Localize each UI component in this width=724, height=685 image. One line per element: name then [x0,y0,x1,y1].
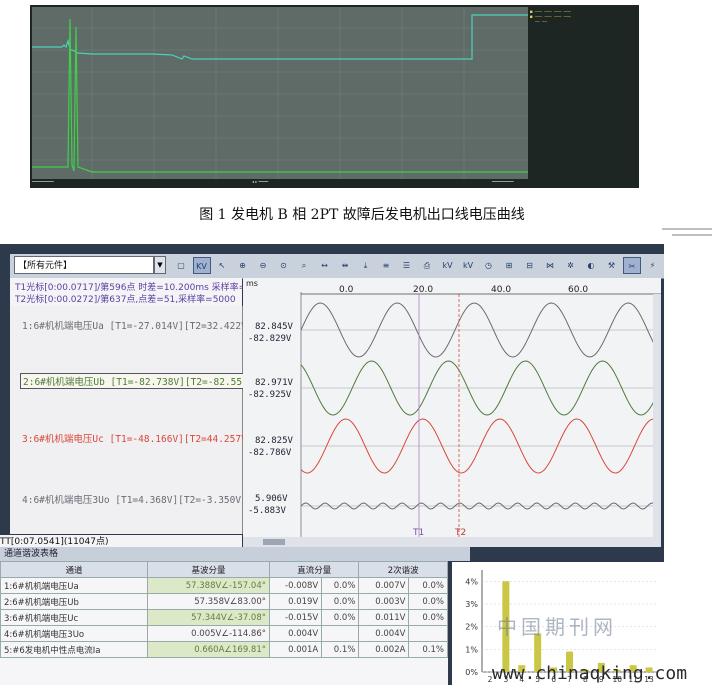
table-cell-fund: 0.005V∠-114.86° [147,625,270,642]
channel-label-3uo[interactable]: 4:6#机机端电压3Uo [T1=4.368V][T2=-3.350V] [22,492,247,506]
table-cell-name: 2:6#机机端电压Ub [0,593,148,610]
chart-y-tick: 1% [465,645,478,654]
table-row[interactable]: 5:#6发电机中性点电流Ia 0.660A∠169.81° 0.001A 0.1% 0.… [0,641,448,658]
cursor-info: T1光标[0:00.0717]/第596点 时差=10.200ms 采样率= T… [10,278,246,306]
zoom-in-icon[interactable]: ⊕ [234,257,252,274]
page-ornament [662,228,712,236]
table-cell-dc: 0.004V [268,625,323,642]
header-2nd-harmonic[interactable]: 2次谐波 [358,561,448,578]
expand-horizontal-icon[interactable]: ↔ [316,257,334,274]
table-cell-dc: -0.015V [268,609,323,626]
table-cell-name: 1:6#机机端电压Ua [0,577,148,594]
chart-y-tick: 4% [465,577,478,586]
channel-list: 1:6#机机端电压Ua [T1=-27.014V][T2=32.422V] 2:… [10,306,263,534]
table-cell-name: 5:#6发电机中性点电流Ia [0,641,148,658]
table-cell-h2: 0.004V [358,625,410,642]
channel-label-ua[interactable]: 1:6#机机端电压Ua [T1=-27.014V][T2=32.422V] [22,318,253,332]
settings-icon[interactable]: ✲ [562,257,580,274]
table-cell-h2-pct [408,625,448,642]
harmonic-icon[interactable]: ⊟ [521,257,539,274]
list-icon[interactable]: ☰ [398,257,416,274]
harmonic-table-title: 通道谐波表格 [0,547,470,561]
table-row[interactable]: 4:6#机机端电压3Uo 0.005V∠-114.86° 0.004V 0.004V [0,625,448,642]
table-cell-dc: -0.008V [268,577,323,594]
waveform-plot[interactable]: T1 T2 [243,278,661,546]
table-cell-h2: 0.002A [358,641,410,658]
chart-y-tick: 0% [465,668,478,677]
top-grid [32,7,528,179]
table-cell-h2: 0.003V [358,593,410,610]
table-cell-h2-pct: 0.0% [408,593,448,610]
table-row[interactable]: 3:6#机机端电压Uc 57.344V∠-37.08° -0.015V 0.0% 0.0… [0,609,448,626]
table-cell-h2-pct: 0.0% [408,609,448,626]
table-cell-h2-pct: 0.1% [408,641,448,658]
chevron-down-icon[interactable]: ▼ [154,256,166,274]
compress-horizontal-icon[interactable]: ⇹ [336,257,354,274]
zoom-out-icon[interactable]: ⊖ [254,257,272,274]
table-cell-dc-pct: 0.1% [321,641,360,658]
element-select[interactable]: 【所有元件】 [14,256,154,274]
table-cell-fund: 0.660A∠169.81° [147,641,270,658]
cursor-t2-info: T2光标[0:00.0272]/第637点,点差=51,采样率=5000 [15,295,236,305]
tools-icon[interactable]: ⚒ [603,257,621,274]
table-cell-name: 4:6#机机端电压3Uo [0,625,148,642]
table-cell-dc-pct: 0.0% [321,593,360,610]
header-fundamental[interactable]: 基波分量 [147,561,270,578]
table-row[interactable]: 2:6#机机端电压Ub 57.358V∠83.00° 0.019V 0.0% 0.003… [0,593,448,610]
header-dc[interactable]: 直流分量 [268,561,360,578]
toolbar: 【所有元件】 ▼ ▢ KV ↖ ⊕ ⊖ ⊙ ⌕ ↔ ⇹ ⤓ ≡ ☰ ⎙ kV kV ◷ ⊞ ⊟ ⋈ ✲ ◐ ⚒ ✂ ⚡ [10,254,664,279]
select-icon[interactable]: ▢ [172,257,190,274]
table-cell-dc-pct: 0.0% [321,609,360,626]
top-trace-primary [32,14,528,60]
table-cell-dc: 0.019V [268,593,323,610]
kv-secondary-icon[interactable]: kV [459,257,477,274]
table-cell-dc-pct [321,625,360,642]
top-waveform-svg [32,7,528,179]
vertical-scrollbar[interactable] [653,294,661,546]
export-icon[interactable]: ⤓ [357,257,375,274]
table-cell-name: 3:6#机机端电压Uc [0,609,148,626]
kv-icon[interactable]: KV [192,257,211,274]
channel-label-ub[interactable]: 2:6#机机端电压Ub [T1=-82.738V][T2=-82.551V] [20,373,263,389]
grid-icon[interactable]: ⊞ [500,257,518,274]
channel-label-uc[interactable]: 3:6#机机端电压Uc [T1=-48.166V][T2=44.257V] [22,431,253,445]
top-waveform-screenshot: ■ ─── ─── ─── ─── ■ ─── ─── ─── ─── ── ──… [30,5,639,188]
zoom-window-icon[interactable]: ⌕ [295,257,313,274]
table-cell-dc-pct: 0.0% [321,577,360,594]
top-waveform-plot [32,7,528,179]
scissors-icon[interactable]: ✂ [623,257,641,274]
watermark-url: www.chinaqking.com [492,663,688,684]
horizontal-scrollbar[interactable] [243,537,661,547]
zoom-fit-icon[interactable]: ⊙ [275,257,293,274]
cursor-icon[interactable]: ↖ [213,257,231,274]
watermark-logo: 中国期刊网 [497,615,617,639]
top-footer: ━━━━━━━━━ ◂ ▸ ━━━━ ━━━━━━━━━ [32,179,514,184]
fault-icon[interactable]: ⚡ [644,257,662,274]
table-cell-fund: 57.388V∠-157.04° [147,577,270,594]
vector-icon[interactable]: ⋈ [541,257,559,274]
scrollbar-thumb[interactable] [263,539,285,545]
kv-scale-icon[interactable]: kV [439,257,457,274]
print-icon[interactable]: ⎙ [418,257,436,274]
chart-y-tick: 2% [465,623,478,632]
table-cell-fund: 57.344V∠-37.08° [147,609,270,626]
table-cell-fund: 57.358V∠83.00° [147,593,270,610]
figure-caption: 图 1 发电机 B 相 2PT 故障后发电机出口线电压曲线 [199,207,525,223]
channel-icon[interactable]: ≡ [377,257,395,274]
chart-y-tick: 3% [465,600,478,609]
top-legend: ■ ─── ─── ─── ─── ■ ─── ─── ─── ─── ── ── [530,9,571,24]
table-cell-h2: 0.011V [358,609,410,626]
waveform-area[interactable]: ms 0.0 20.0 40.0 60.0 82.845V -82.829V 8… [243,278,661,546]
table-cell-dc: 0.001A [268,641,323,658]
top-trace-secondary [32,18,528,173]
phasor-icon[interactable]: ◐ [582,257,600,274]
table-cell-h2-pct: 0.0% [408,577,448,594]
table-row[interactable]: 1:6#机机端电压Ua 57.388V∠-157.04° -0.008V 0.0% 0.… [0,577,448,594]
harmonic-table: 通道 基波分量 直流分量 2次谐波 1:6#机机端电压Ua 57.388V∠-15… [0,561,448,685]
header-channel[interactable]: 通道 [0,561,148,578]
table-cell-h2: 0.007V [358,577,410,594]
clock-icon[interactable]: ◷ [480,257,498,274]
